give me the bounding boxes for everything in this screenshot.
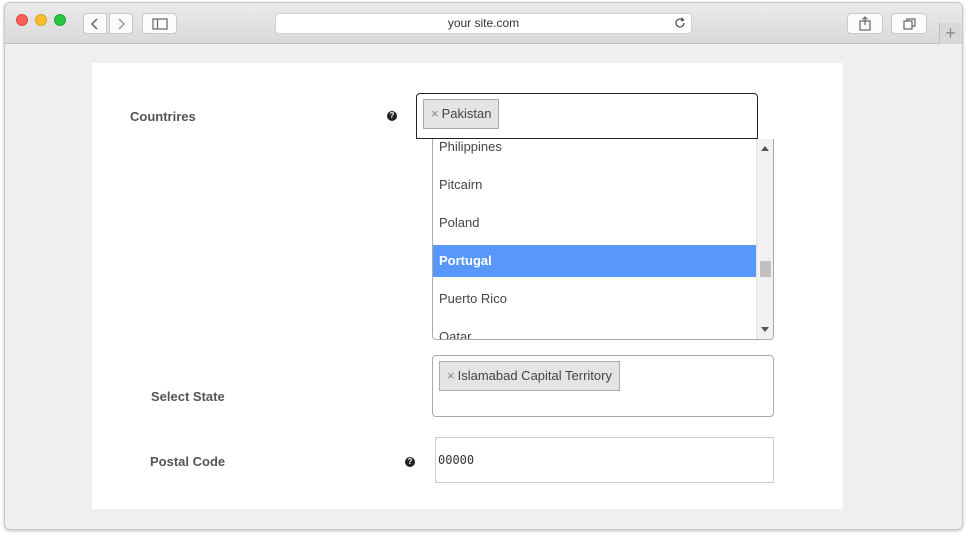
close-window-button[interactable] bbox=[16, 14, 28, 26]
show-tabs-button[interactable] bbox=[891, 13, 927, 34]
countries-help-icon[interactable]: ? bbox=[387, 111, 397, 121]
share-button[interactable] bbox=[847, 13, 883, 34]
countries-label: Countrires bbox=[130, 109, 196, 124]
state-tag: × Islamabad Capital Territory bbox=[439, 361, 620, 391]
minimize-window-button[interactable] bbox=[35, 14, 47, 26]
dropdown-scrollbar[interactable] bbox=[756, 139, 773, 339]
postal-code-input[interactable]: 00000 bbox=[435, 437, 774, 483]
address-bar[interactable]: your site.com bbox=[275, 13, 692, 34]
state-multiselect[interactable]: × Islamabad Capital Territory bbox=[432, 355, 774, 417]
remove-tag-icon[interactable]: × bbox=[447, 368, 455, 383]
new-tab-button[interactable]: + bbox=[939, 23, 961, 44]
countries-multiselect[interactable]: × Pakistan bbox=[416, 93, 758, 139]
zoom-window-button[interactable] bbox=[54, 14, 66, 26]
forward-button[interactable] bbox=[109, 13, 133, 34]
country-tag: × Pakistan bbox=[423, 99, 500, 129]
back-button[interactable] bbox=[83, 13, 107, 34]
remove-tag-icon[interactable]: × bbox=[431, 106, 439, 121]
dropdown-option[interactable]: Qatar bbox=[433, 321, 756, 339]
countries-dropdown: Philippines Pitcairn Poland Portugal Pue… bbox=[432, 139, 774, 340]
scrollbar-thumb[interactable] bbox=[760, 261, 771, 277]
dropdown-option-highlighted[interactable]: Portugal bbox=[433, 245, 756, 277]
share-icon bbox=[859, 16, 871, 31]
state-label: Select State bbox=[151, 389, 225, 404]
sidebar-icon bbox=[151, 17, 168, 30]
sidebar-toggle-button[interactable] bbox=[142, 13, 177, 34]
address-text: your site.com bbox=[447, 16, 520, 30]
state-tag-label: Islamabad Capital Territory bbox=[457, 368, 612, 383]
form-panel: Countrires ? × Pakistan Philippines Pitca… bbox=[92, 63, 843, 509]
postal-code-label: Postal Code bbox=[150, 454, 226, 469]
scroll-down-arrow-icon[interactable] bbox=[761, 327, 769, 332]
chevron-left-icon bbox=[90, 17, 98, 30]
page-viewport: Countrires ? × Pakistan Philippines Pitca… bbox=[5, 45, 962, 529]
tabs-icon bbox=[902, 17, 916, 30]
browser-toolbar: your site.com + bbox=[5, 3, 962, 44]
dropdown-option[interactable]: Pitcairn bbox=[433, 169, 756, 201]
dropdown-option[interactable]: Puerto Rico bbox=[433, 283, 756, 315]
country-tag-label: Pakistan bbox=[441, 106, 492, 121]
reload-icon[interactable] bbox=[674, 17, 686, 29]
chevron-right-icon bbox=[118, 17, 126, 30]
postal-code-help-icon[interactable]: ? bbox=[405, 457, 415, 467]
dropdown-option[interactable]: Poland bbox=[433, 207, 756, 239]
browser-window: your site.com + Countrires ? × Pakistan P… bbox=[4, 2, 963, 530]
dropdown-option[interactable]: Philippines bbox=[433, 139, 756, 163]
scroll-up-arrow-icon[interactable] bbox=[761, 146, 769, 151]
